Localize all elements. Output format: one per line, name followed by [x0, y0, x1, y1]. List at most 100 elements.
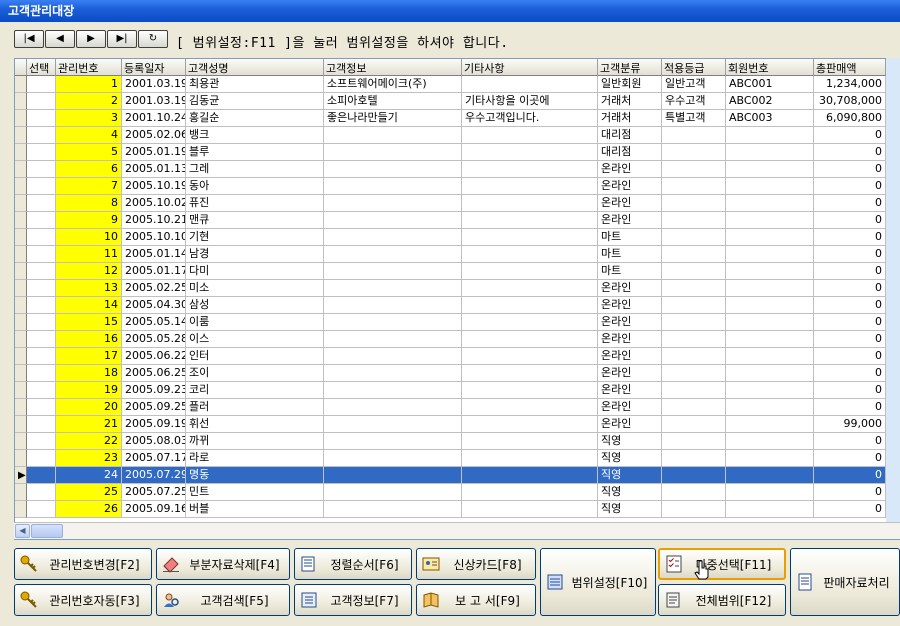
cell-info[interactable]: [324, 178, 462, 195]
cell-date[interactable]: 2005.04.30: [122, 297, 186, 314]
cell-select[interactable]: [27, 195, 56, 212]
cell-info[interactable]: [324, 450, 462, 467]
row-indicator[interactable]: [15, 484, 27, 501]
cell-etc[interactable]: [462, 246, 598, 263]
cell-etc[interactable]: [462, 348, 598, 365]
cell-grade[interactable]: [662, 484, 726, 501]
cell-info[interactable]: [324, 212, 462, 229]
cell-info[interactable]: [324, 263, 462, 280]
cell-member[interactable]: [726, 382, 814, 399]
cell-info[interactable]: [324, 416, 462, 433]
cell-grade[interactable]: [662, 144, 726, 161]
cell-info[interactable]: [324, 501, 462, 518]
row-indicator[interactable]: [15, 314, 27, 331]
cell-select[interactable]: [27, 127, 56, 144]
column-header[interactable]: 고객정보: [324, 59, 462, 76]
table-row[interactable]: 26 2005.09.16 버블 직영 0: [15, 501, 899, 518]
cell-member[interactable]: [726, 246, 814, 263]
table-row[interactable]: 23 2005.07.17 라로 직영 0: [15, 450, 899, 467]
cell-etc[interactable]: [462, 467, 598, 484]
cell-member[interactable]: [726, 501, 814, 518]
cell-select[interactable]: [27, 365, 56, 382]
cell-date[interactable]: 2005.01.14: [122, 246, 186, 263]
table-row[interactable]: 15 2005.05.14 이룸 온라인 0: [15, 314, 899, 331]
cell-select[interactable]: [27, 212, 56, 229]
row-indicator[interactable]: [15, 110, 27, 127]
cell-etc[interactable]: [462, 161, 598, 178]
cell-select[interactable]: [27, 280, 56, 297]
cell-no[interactable]: 13: [56, 280, 122, 297]
cell-no[interactable]: 17: [56, 348, 122, 365]
cell-member[interactable]: [726, 467, 814, 484]
row-indicator[interactable]: [15, 212, 27, 229]
cell-cat[interactable]: 온라인: [598, 399, 662, 416]
row-indicator[interactable]: [15, 280, 27, 297]
cell-etc[interactable]: [462, 365, 598, 382]
cell-date[interactable]: 2005.09.23: [122, 382, 186, 399]
cell-info[interactable]: [324, 484, 462, 501]
row-indicator[interactable]: [15, 416, 27, 433]
cell-name[interactable]: 조이: [186, 365, 324, 382]
cell-sales[interactable]: 6,090,800: [814, 110, 886, 127]
personal-card-button[interactable]: 신상카드[F8]: [416, 548, 536, 580]
cell-no[interactable]: 12: [56, 263, 122, 280]
cell-grade[interactable]: [662, 450, 726, 467]
cell-select[interactable]: [27, 399, 56, 416]
cell-member[interactable]: [726, 433, 814, 450]
cell-no[interactable]: 14: [56, 297, 122, 314]
cell-sales[interactable]: 0: [814, 297, 886, 314]
cell-date[interactable]: 2001.10.24: [122, 110, 186, 127]
table-row[interactable]: 25 2005.07.25 민트 직영 0: [15, 484, 899, 501]
table-row[interactable]: 6 2005.01.13 그레 온라인 0: [15, 161, 899, 178]
cell-date[interactable]: 2005.10.10: [122, 229, 186, 246]
cell-sales[interactable]: 0: [814, 399, 886, 416]
row-indicator[interactable]: [15, 382, 27, 399]
cell-sales[interactable]: 30,708,000: [814, 93, 886, 110]
cell-no[interactable]: 16: [56, 331, 122, 348]
cell-sales[interactable]: 0: [814, 348, 886, 365]
table-row[interactable]: 20 2005.09.25 플러 온라인 0: [15, 399, 899, 416]
cell-no[interactable]: 21: [56, 416, 122, 433]
cell-select[interactable]: [27, 348, 56, 365]
cell-cat[interactable]: 마트: [598, 246, 662, 263]
column-header[interactable]: 적용등급: [662, 59, 726, 76]
cell-cat[interactable]: 직영: [598, 467, 662, 484]
cell-grade[interactable]: [662, 416, 726, 433]
customer-search-button[interactable]: 고객검색[F5]: [156, 584, 290, 616]
row-indicator[interactable]: [15, 263, 27, 280]
table-row[interactable]: 5 2005.01.19 블루 대리점 0: [15, 144, 899, 161]
cell-member[interactable]: [726, 280, 814, 297]
cell-name[interactable]: 플러: [186, 399, 324, 416]
cell-date[interactable]: 2005.06.22: [122, 348, 186, 365]
cell-info[interactable]: 좋은나라만들기: [324, 110, 462, 127]
cell-member[interactable]: ABC002: [726, 93, 814, 110]
cell-member[interactable]: [726, 399, 814, 416]
cell-no[interactable]: 25: [56, 484, 122, 501]
cell-info[interactable]: [324, 399, 462, 416]
table-row[interactable]: 19 2005.09.23 코리 온라인 0: [15, 382, 899, 399]
cell-etc[interactable]: 우수고객입니다.: [462, 110, 598, 127]
cell-member[interactable]: ABC003: [726, 110, 814, 127]
cell-member[interactable]: [726, 297, 814, 314]
cell-sales[interactable]: 0: [814, 450, 886, 467]
cell-sales[interactable]: 0: [814, 331, 886, 348]
table-row[interactable]: 13 2005.02.25 미소 온라인 0: [15, 280, 899, 297]
cell-cat[interactable]: 온라인: [598, 331, 662, 348]
cell-member[interactable]: [726, 450, 814, 467]
cell-date[interactable]: 2005.01.17: [122, 263, 186, 280]
cell-cat[interactable]: 직영: [598, 484, 662, 501]
row-indicator[interactable]: ▶: [15, 467, 27, 484]
cell-no[interactable]: 9: [56, 212, 122, 229]
scroll-left-icon[interactable]: ◀: [15, 524, 30, 538]
cell-sales[interactable]: 0: [814, 365, 886, 382]
next-record-button[interactable]: ▶: [76, 30, 106, 48]
cell-cat[interactable]: 직영: [598, 501, 662, 518]
cell-sales[interactable]: 0: [814, 178, 886, 195]
table-row[interactable]: 2 2001.03.19 김동균 소피아호텔 기타사항을 이곳에 거래처 우수고객 ABC00…: [15, 93, 899, 110]
cell-date[interactable]: 2005.08.03: [122, 433, 186, 450]
cell-date[interactable]: 2005.10.21: [122, 212, 186, 229]
cell-grade[interactable]: [662, 382, 726, 399]
table-row[interactable]: 21 2005.09.19 휘선 온라인 99,000: [15, 416, 899, 433]
cell-sales[interactable]: 0: [814, 263, 886, 280]
table-row[interactable]: 1 2001.03.19 최용관 소프트웨어메이크(주) 일반회원 일반고객 ABC001 1…: [15, 76, 899, 93]
